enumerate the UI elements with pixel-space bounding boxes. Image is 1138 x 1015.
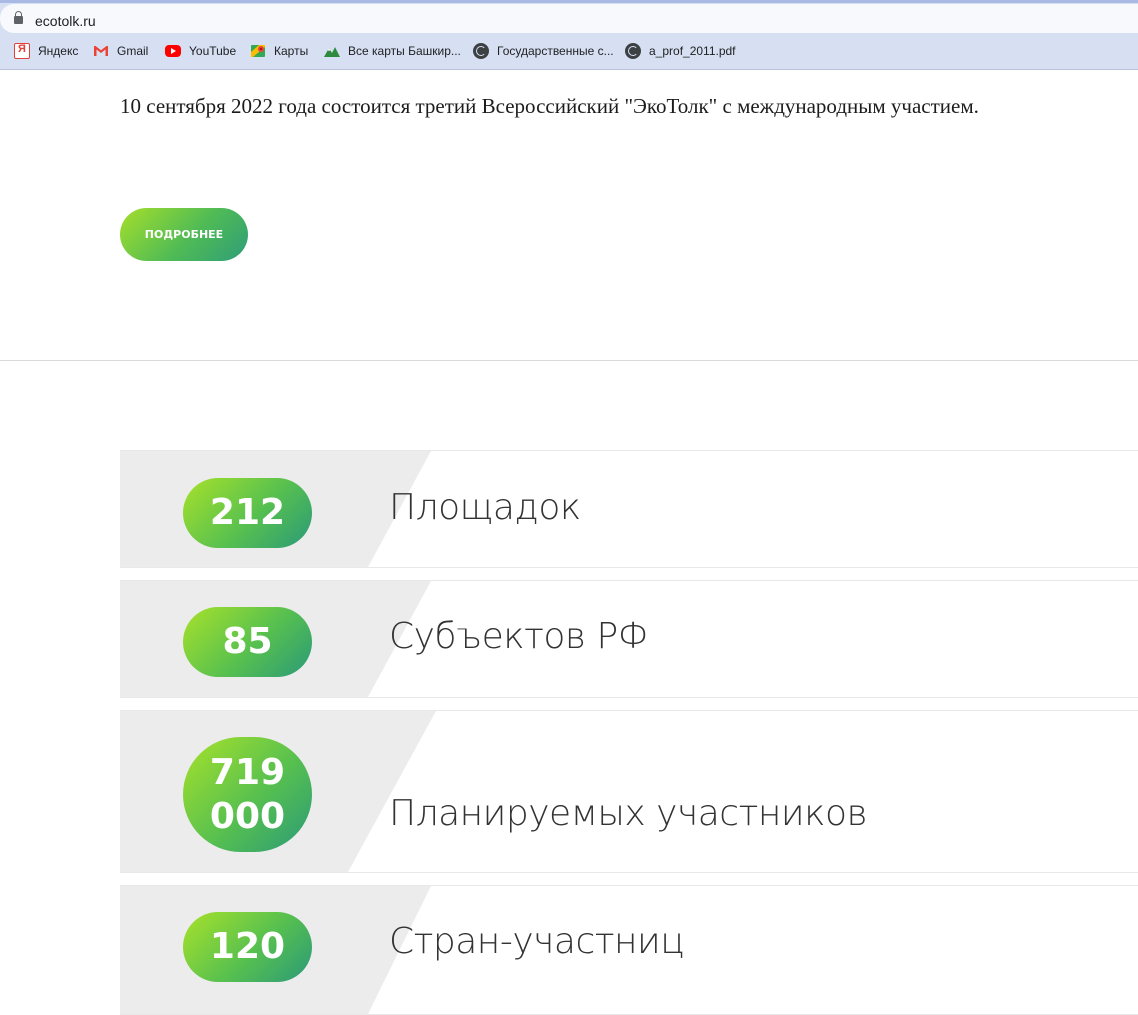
stat-value-badge: 212 [183,478,312,548]
yandex-icon [14,43,30,59]
bookmark-pdf[interactable]: a_prof_2011.pdf [625,36,736,66]
stat-value-badge: 719 000 [183,737,312,852]
stat-row-venues: 212 Площадок [120,450,1138,568]
stat-value-line: 719 [209,751,286,793]
bookmark-label: Карты [274,44,309,58]
bookmark-maps[interactable]: Карты [250,36,308,66]
maps-icon [251,45,265,57]
bookmark-label: Gmail [117,44,149,58]
bookmark-label: Все карты Башкир... [348,44,461,58]
youtube-icon [165,45,181,57]
bookmark-label: YouTube [189,44,237,58]
mountain-icon [324,47,340,57]
bookmark-youtube[interactable]: YouTube [165,36,236,66]
intro-text: 10 сентября 2022 года состоится третий В… [120,94,979,118]
section-divider [0,360,1138,361]
bookmark-bashkir-maps[interactable]: Все карты Башкир... [324,36,461,66]
url-text[interactable]: ecotolk.ru [35,13,96,29]
bookmark-yandex[interactable]: Яндекс [14,36,78,66]
globe-icon [473,43,489,59]
globe-icon [625,43,641,59]
stat-label: Планируемых участников [389,793,868,834]
stat-value-badge: 85 [183,607,312,677]
bookmarks-bar: Яндекс Gmail YouTube Карты Все карты Баш… [0,36,1138,70]
stat-row-regions: 85 Субъектов РФ [120,580,1138,698]
stat-label: Субъектов РФ [389,616,649,657]
bookmark-gov[interactable]: Государственные с... [473,36,614,66]
bookmark-label: Государственные с... [497,44,614,58]
stat-value-badge: 120 [183,912,312,982]
url-field[interactable]: ecotolk.ru [0,4,1138,33]
stat-label: Площадок [389,487,581,528]
stat-row-participants: 719 000 Планируемых участников [120,710,1138,873]
bookmark-gmail[interactable]: Gmail [93,36,148,66]
bookmark-label: a_prof_2011.pdf [649,44,736,58]
lock-icon[interactable] [14,11,23,24]
stat-value-line: 000 [209,795,286,837]
stat-row-countries: 120 Стран-участниц [120,885,1138,1015]
browser-top-accent [0,0,1138,3]
bookmark-label: Яндекс [38,44,79,58]
gmail-icon [94,46,108,56]
browser-address-bar: ecotolk.ru [0,0,1138,36]
stat-label: Стран-участниц [389,921,685,962]
more-button[interactable]: ПОДРОБНЕЕ [120,208,248,261]
